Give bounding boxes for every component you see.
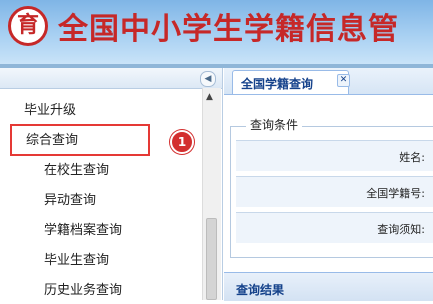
- scroll-thumb[interactable]: [206, 218, 217, 300]
- sidebar-item-graduation[interactable]: 毕业升级: [24, 98, 224, 124]
- results-title: 查询结果: [236, 283, 285, 297]
- tab-bar: 全国学籍查询 ✕: [224, 68, 433, 95]
- app-header: 育 全国中小学生学籍信息管: [0, 0, 433, 64]
- field-label-name: 姓名:: [399, 151, 425, 164]
- sidebar: ◀ 毕业升级 综合查询 在校生查询 异动查询 学籍档案查询 毕业生查询 历史业务…: [0, 68, 223, 300]
- sidebar-scrollbar[interactable]: ▲: [202, 88, 221, 300]
- field-row-name: 姓名:: [236, 140, 433, 171]
- main-panel: 全国学籍查询 ✕ 查询条件 姓名: 全国学籍号: 查询须知: 查询结果: [224, 68, 433, 301]
- app-title: 全国中小学生学籍信息管: [58, 12, 399, 47]
- field-label-notice: 查询须知:: [377, 223, 425, 236]
- close-icon[interactable]: ✕: [337, 74, 350, 87]
- query-conditions-legend: 查询条件: [246, 116, 303, 133]
- field-row-notice: 查询须知:: [236, 212, 433, 243]
- field-label-student-id: 全国学籍号:: [366, 187, 425, 200]
- field-row-student-id: 全国学籍号:: [236, 176, 433, 207]
- highlight-box: [10, 124, 150, 156]
- collapse-left-icon[interactable]: ◀: [200, 71, 216, 87]
- results-header: 查询结果: [224, 272, 433, 301]
- step-badge: 1: [170, 130, 194, 154]
- logo-icon: 育: [8, 6, 48, 46]
- scroll-up-icon[interactable]: ▲: [206, 92, 213, 102]
- tab-national-query[interactable]: 全国学籍查询 ✕: [232, 70, 350, 94]
- sidebar-toolbar: ◀: [0, 68, 222, 89]
- tab-label: 全国学籍查询: [241, 77, 314, 91]
- logo-glyph: 育: [16, 13, 39, 38]
